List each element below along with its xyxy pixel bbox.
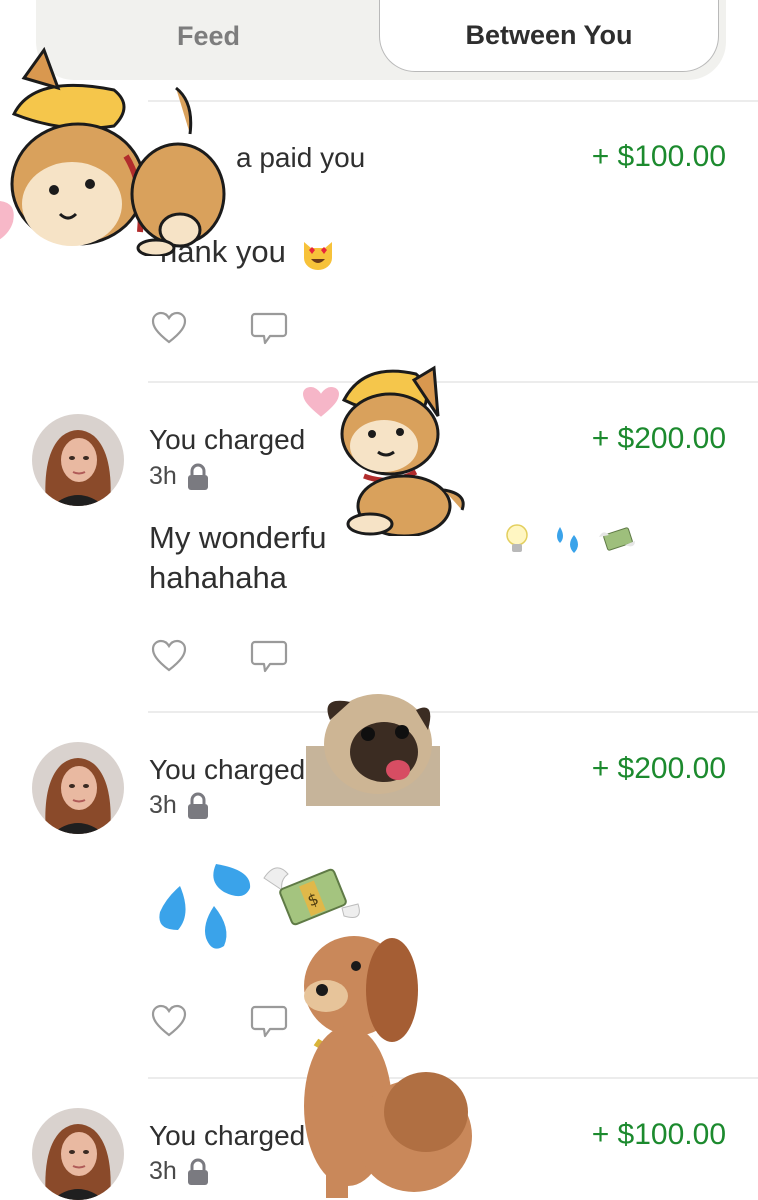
note-text: My wonderfu [149, 520, 327, 555]
note-text-line-2: hahahaha [149, 560, 287, 595]
heart-icon[interactable] [150, 310, 188, 346]
light-bulb-icon [505, 524, 528, 552]
transaction-amount: + $200.00 [591, 752, 726, 785]
pixel-dog-sticker [304, 936, 472, 1198]
transaction-title: You charged [149, 1120, 306, 1151]
shiba-hat-sticker-sitting [340, 365, 465, 536]
comment-icon[interactable] [250, 638, 288, 674]
sweat-droplets-icon [159, 864, 251, 949]
transaction-meta: 3h [149, 791, 209, 820]
shiba-hat-sticker [10, 46, 226, 256]
divider [148, 100, 758, 102]
transaction-title: You charged [149, 754, 306, 785]
comment-icon[interactable] [250, 1003, 288, 1039]
pug-sticker [306, 694, 440, 806]
avatar[interactable] [32, 742, 124, 834]
heart-icon[interactable] [150, 1003, 188, 1039]
comment-icon[interactable] [250, 310, 288, 346]
avatar[interactable] [32, 414, 124, 506]
avatar[interactable] [32, 1108, 124, 1200]
divider [148, 711, 758, 713]
transaction-meta: 3h [149, 1157, 209, 1186]
lock-icon [187, 1158, 208, 1185]
timestamp: 3h [149, 791, 177, 819]
sweat-droplets-icon [557, 526, 579, 553]
transaction-amount: + $100.00 [591, 140, 726, 173]
transaction-amount: + $100.00 [591, 1118, 726, 1151]
transaction-actions [150, 1003, 288, 1039]
transaction-meta: 3h [149, 462, 209, 491]
tab-between-you[interactable]: Between You [379, 0, 719, 72]
lock-icon [187, 463, 208, 490]
smiling-cat-heart-eyes-icon [304, 241, 333, 270]
transaction-title: a paid you [236, 142, 366, 173]
lock-icon [187, 792, 208, 819]
money-with-wings-icon [598, 527, 635, 551]
transaction-actions [150, 638, 288, 674]
transaction-note: $ [152, 858, 360, 963]
transaction-title: You charged [149, 424, 306, 455]
transaction-amount: + $200.00 [591, 422, 726, 455]
timestamp: 3h [149, 462, 177, 490]
timestamp: 3h [149, 1157, 177, 1185]
heart-icon[interactable] [150, 638, 188, 674]
transaction-actions [150, 310, 288, 346]
